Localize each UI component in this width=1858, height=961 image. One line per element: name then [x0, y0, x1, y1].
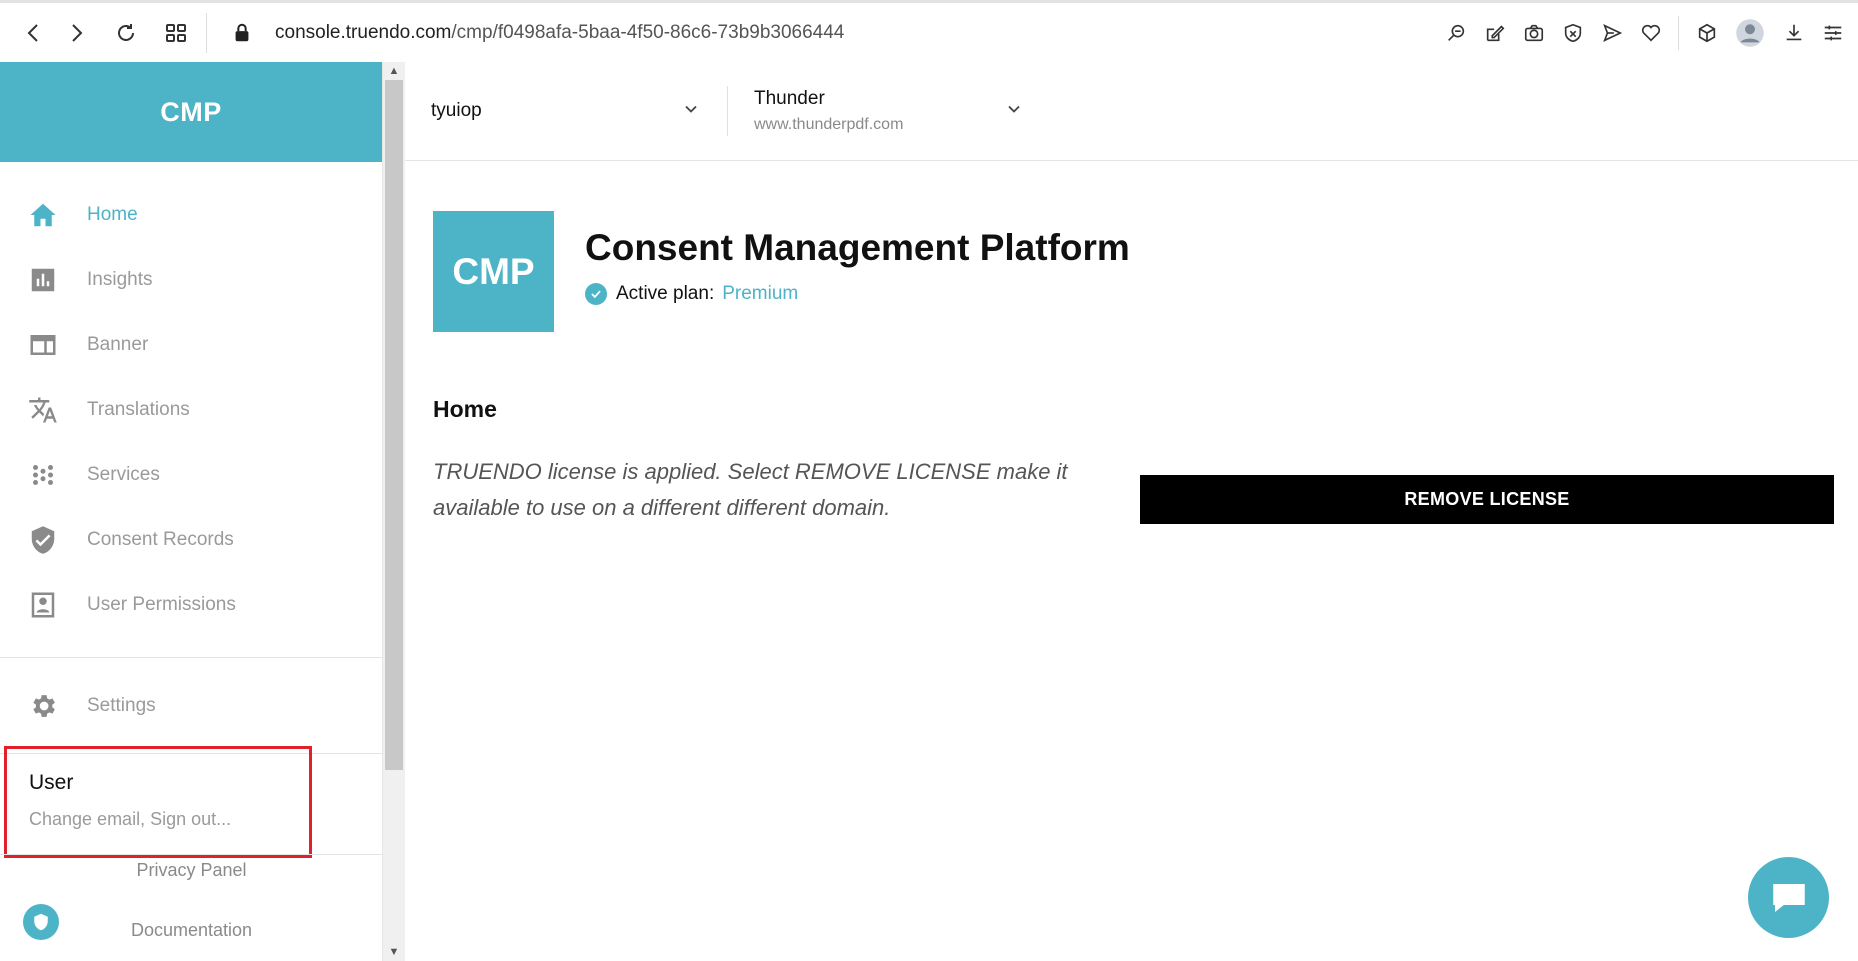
sidebar-item-label: User Permissions — [87, 593, 236, 615]
sidebar-item-home[interactable]: Home — [0, 182, 382, 247]
menu-icon[interactable] — [1813, 13, 1852, 53]
sidebar-item-label: Consent Records — [87, 528, 234, 550]
profile-icon[interactable] — [1726, 13, 1774, 53]
domain-name: Thunder — [754, 88, 825, 109]
section-title: Home — [433, 396, 497, 422]
top-selector-bar: tyuiop Thunder www.thunderpdf.com — [405, 62, 1858, 161]
address-bar[interactable]: console.truendo.com/cmp/f0498afa-5baa-4f… — [221, 22, 1436, 44]
domain-selector[interactable]: Thunder www.thunderpdf.com — [728, 88, 1050, 134]
sidebar-item-services[interactable]: Services — [0, 442, 382, 507]
check-circle-icon — [585, 283, 607, 305]
sidebar-item-translations[interactable]: Translations — [0, 377, 382, 442]
product-logo: CMP — [433, 211, 554, 332]
settings-block: Settings — [0, 673, 382, 754]
scroll-up-icon[interactable]: ▲ — [388, 65, 400, 77]
main-content: tyuiop Thunder www.thunderpdf.com CMP Co… — [405, 62, 1858, 961]
sidebar-divider — [0, 854, 382, 855]
forward-icon[interactable] — [56, 13, 96, 53]
domain-url: www.thunderpdf.com — [754, 116, 904, 133]
toolbar-divider — [1678, 15, 1679, 50]
sidebar-item-insights[interactable]: Insights — [0, 247, 382, 312]
user-badge-icon — [28, 590, 58, 620]
back-icon[interactable] — [14, 13, 54, 53]
sidebar-divider — [0, 657, 382, 658]
shield-x-icon[interactable] — [1553, 13, 1592, 53]
sidebar-item-user-permissions[interactable]: User Permissions — [0, 572, 382, 637]
chat-icon[interactable] — [1748, 857, 1829, 938]
sidebar-item-settings[interactable]: Settings — [0, 673, 382, 738]
lock-icon — [235, 23, 249, 41]
download-icon[interactable] — [1774, 13, 1813, 53]
browser-actions — [1436, 13, 1858, 53]
remove-license-button[interactable]: REMOVE LICENSE — [1140, 475, 1834, 524]
sidebar-item-label: Settings — [87, 694, 156, 716]
documentation-link[interactable]: Documentation — [0, 920, 382, 941]
user-menu[interactable]: User Change email, Sign out... — [4, 746, 312, 858]
sidebar-scrollbar[interactable]: ▲ ▼ — [383, 62, 405, 961]
heart-icon[interactable] — [1631, 13, 1670, 53]
sidebar-item-label: Home — [87, 203, 138, 225]
account-selector[interactable]: tyuiop — [405, 86, 728, 136]
plan-label: Active plan: — [616, 283, 715, 304]
sidebar-item-banner[interactable]: Banner — [0, 312, 382, 377]
scroll-down-icon[interactable]: ▼ — [388, 946, 400, 958]
camera-icon[interactable] — [1514, 13, 1553, 53]
sidebar-item-consent-records[interactable]: Consent Records — [0, 507, 382, 572]
url-host: console.truendo.com — [275, 21, 452, 43]
shield-check-icon — [28, 525, 58, 555]
sidebar-item-label: Banner — [87, 333, 149, 355]
plan-value[interactable]: Premium — [722, 283, 798, 305]
sidebar: CMP Home Insights Banner Translations Se… — [0, 62, 383, 961]
sidebar-menu: Home Insights Banner Translations Servic… — [0, 162, 382, 637]
translate-icon — [28, 395, 58, 425]
account-name: tyuiop — [431, 100, 482, 121]
dots-grid-icon — [28, 460, 58, 490]
sidebar-item-label: Translations — [87, 398, 190, 420]
sidebar-brand[interactable]: CMP — [0, 62, 382, 162]
tabs-grid-icon[interactable] — [156, 13, 196, 53]
cube-icon[interactable] — [1687, 13, 1726, 53]
active-plan: Active plan: Premium — [585, 283, 1130, 305]
license-description: TRUENDO license is applied. Select REMOV… — [433, 459, 1068, 520]
edit-icon[interactable] — [1475, 13, 1514, 53]
chevron-down-icon — [681, 99, 701, 124]
browser-toolbar: console.truendo.com/cmp/f0498afa-5baa-4f… — [0, 0, 1858, 62]
home-icon — [28, 200, 58, 230]
bar-chart-icon — [28, 265, 58, 295]
sidebar-item-label: Services — [87, 463, 160, 485]
page-title: Consent Management Platform — [585, 227, 1130, 268]
product-header: CMP Consent Management Platform Active p… — [433, 211, 1130, 332]
toolbar-divider — [206, 12, 207, 53]
reload-icon[interactable] — [106, 13, 146, 53]
user-title: User — [29, 771, 74, 794]
url-path: /cmp/f0498afa-5baa-4f50-86c6-73b9b306644… — [451, 21, 845, 43]
chevron-down-icon — [1004, 99, 1024, 124]
send-icon[interactable] — [1592, 13, 1631, 53]
privacy-panel-link[interactable]: Privacy Panel — [0, 860, 382, 881]
gear-icon — [28, 691, 58, 721]
banner-icon — [28, 330, 58, 360]
sidebar-item-label: Insights — [87, 268, 153, 290]
user-subtitle: Change email, Sign out... — [29, 809, 232, 829]
scrollbar-thumb[interactable] — [385, 80, 403, 770]
zoom-icon[interactable] — [1436, 13, 1475, 53]
